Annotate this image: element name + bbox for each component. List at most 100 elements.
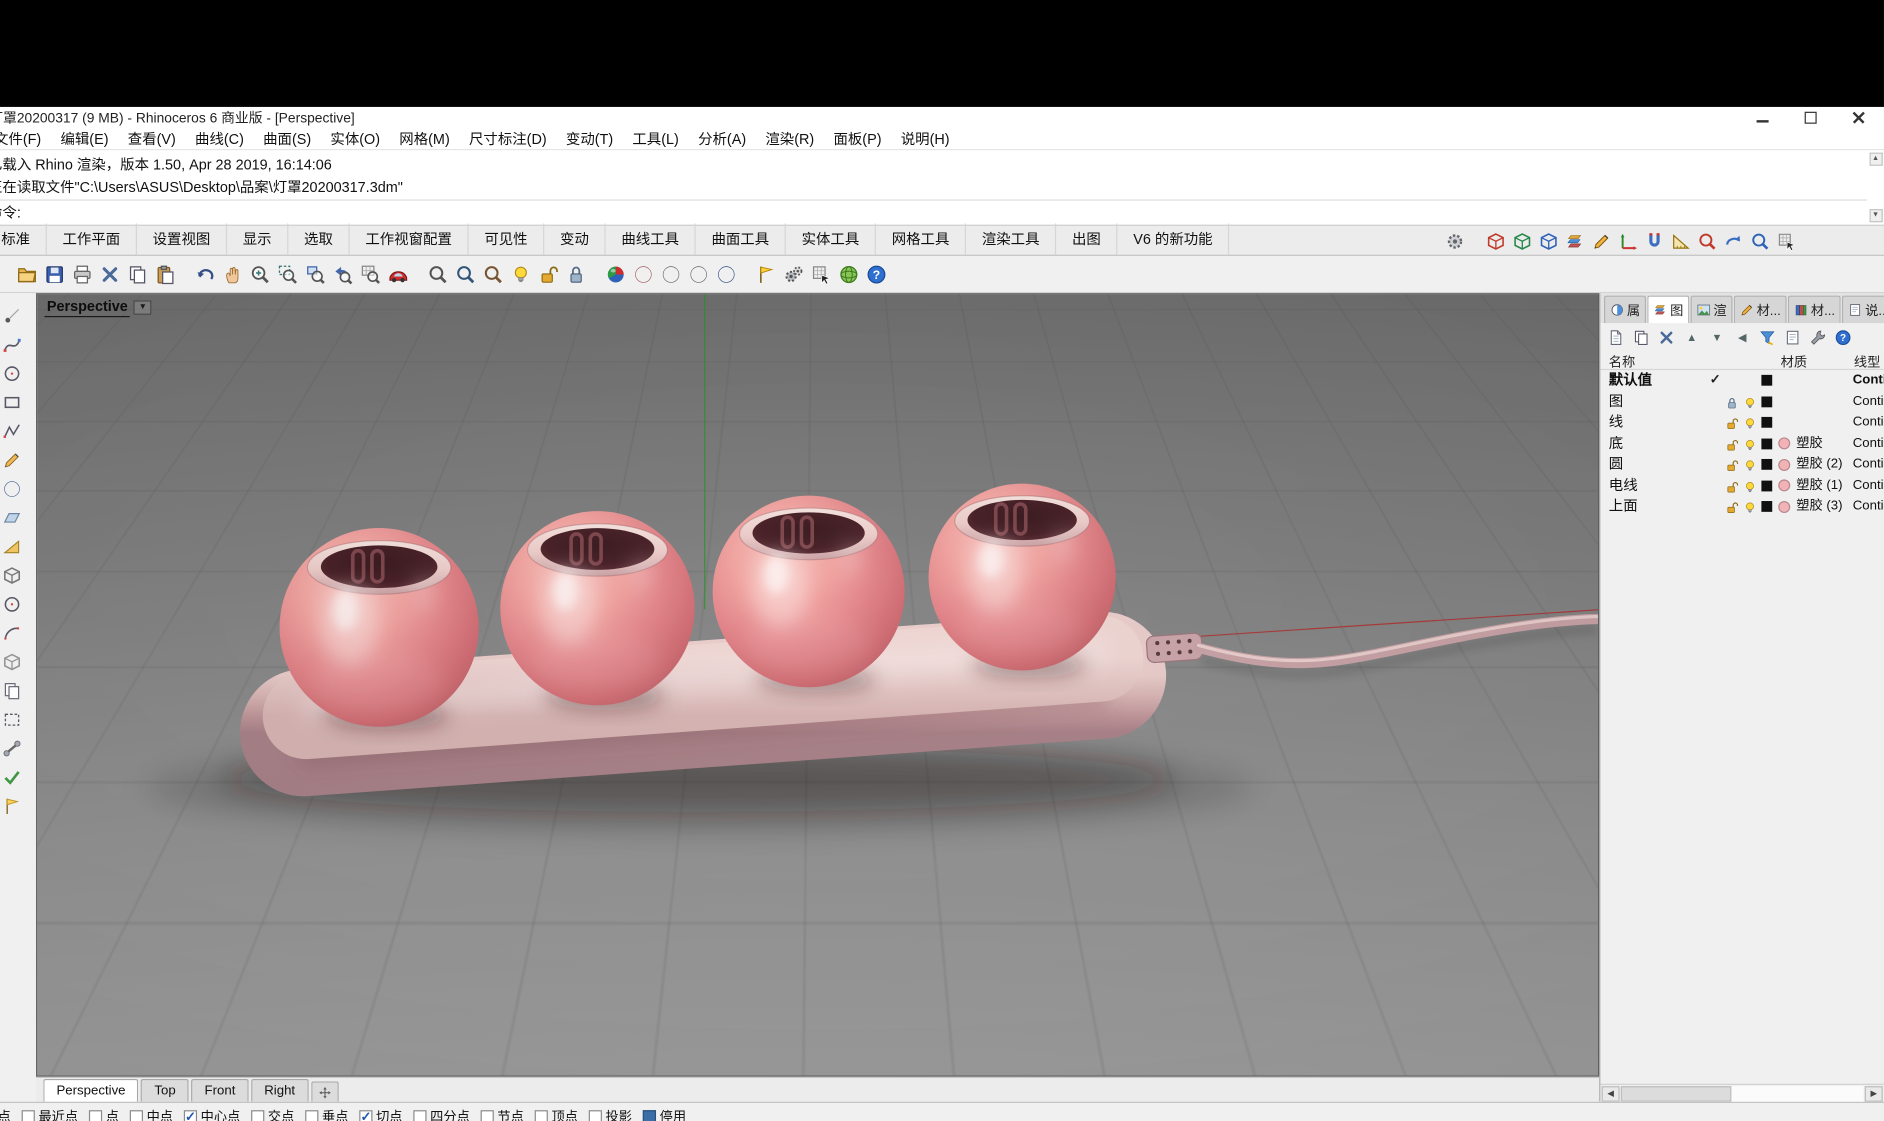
tab-new-in-v6[interactable]: V6 的新功能 [1118, 223, 1230, 254]
layer-row-xian[interactable]: 线 Continuous [1600, 412, 1884, 433]
material-dot-icon[interactable] [1778, 437, 1790, 449]
layer-color-swatch[interactable] [1761, 375, 1772, 386]
layer-linetype[interactable]: Continuous [1853, 496, 1884, 516]
circle-tool-icon[interactable] [1, 363, 23, 383]
point-tool-icon[interactable] [1, 305, 23, 325]
delete-layer-icon[interactable] [1657, 328, 1676, 346]
menu-mesh[interactable]: 网格(M) [390, 128, 460, 148]
checkbox[interactable] [251, 1110, 264, 1121]
menu-file[interactable]: 文件(F) [0, 128, 51, 148]
tab-render-tools[interactable]: 渲染工具 [966, 223, 1056, 254]
osnap-knot[interactable]: 节点 [481, 1107, 524, 1121]
magnet-snap-icon[interactable] [1642, 229, 1665, 252]
menu-view[interactable]: 查看(V) [118, 128, 185, 148]
unlock-icon[interactable] [1725, 500, 1738, 513]
bulb-icon[interactable] [1743, 500, 1756, 513]
layer-row-tu[interactable]: 图 Continuous [1600, 391, 1884, 412]
move-left-icon[interactable]: ◀ [1733, 328, 1752, 346]
unlock-icon[interactable] [1725, 416, 1738, 429]
ghosted-sphere-icon[interactable] [686, 262, 710, 286]
grid-target-icon[interactable] [1775, 229, 1798, 252]
tab-mesh-tools[interactable]: 网格工具 [876, 223, 966, 254]
layer-name[interactable]: 上面 [1609, 496, 1638, 516]
grid-snap-icon[interactable] [809, 262, 833, 286]
command-prompt[interactable]: 命令: [0, 199, 1867, 225]
sketch-tool-icon[interactable] [1, 449, 23, 469]
tab-select[interactable]: 选取 [288, 223, 349, 254]
xray-sphere-icon[interactable] [714, 262, 738, 286]
menu-help[interactable]: 说明(H) [891, 128, 959, 148]
panel-tab-layers[interactable]: 图 [1647, 296, 1689, 324]
bulb-icon[interactable] [1743, 416, 1756, 429]
checkbox[interactable] [22, 1110, 35, 1121]
help-icon[interactable] [864, 262, 888, 286]
perspective-viewport[interactable]: Perspective ▼ [36, 293, 1599, 1076]
tab-viewport-layout[interactable]: 工作视窗配置 [350, 223, 469, 254]
layer-row-dianxian[interactable]: 电线 塑胶 (1) Continuous [1600, 475, 1884, 496]
zoom-target-icon[interactable] [425, 262, 449, 286]
viewport-pan-icon[interactable] [311, 1081, 339, 1101]
tab-transform[interactable]: 变动 [544, 223, 605, 254]
chamfer-tool-icon[interactable] [1, 795, 23, 815]
osnap-project[interactable]: 投影 [589, 1107, 632, 1121]
panel-tab-properties[interactable]: 属 [1604, 296, 1646, 324]
scroll-left-icon[interactable]: ◀ [1602, 1086, 1620, 1102]
rotate-view-cube-icon[interactable] [1484, 229, 1507, 252]
layer-name[interactable]: 电线 [1609, 475, 1638, 495]
close-icon[interactable] [1853, 111, 1865, 123]
layer-color-swatch[interactable] [1761, 438, 1772, 449]
tab-curve-tools[interactable]: 曲线工具 [606, 223, 696, 254]
dashed-rect-tool-icon[interactable] [1, 709, 23, 729]
osnap-quadrant[interactable]: 四分点 [413, 1107, 469, 1121]
osnap-near[interactable]: 最近点 [22, 1107, 78, 1121]
bulb-icon[interactable] [1743, 437, 1756, 450]
sphere-tool-icon[interactable] [1, 478, 23, 498]
layer-color-swatch[interactable] [1761, 396, 1772, 407]
polyline-tool-icon[interactable] [1, 421, 23, 441]
osnap-disable[interactable]: 停用 [643, 1107, 686, 1121]
tab-set-view[interactable]: 设置视图 [137, 223, 227, 254]
layer-linetype[interactable]: Continuous [1853, 370, 1884, 390]
osnap-end[interactable]: 端点 [0, 1107, 11, 1121]
bulb-icon[interactable] [1743, 458, 1756, 471]
checkbox[interactable] [89, 1110, 102, 1121]
zoom-selected-icon[interactable] [303, 262, 327, 286]
layer-color-swatch[interactable] [1761, 501, 1772, 512]
list-options-icon[interactable] [1783, 328, 1802, 346]
layer-material[interactable]: 塑胶 (2) [1796, 454, 1842, 474]
zoom-window-icon[interactable] [275, 262, 299, 286]
annotate-pencil-icon[interactable] [1590, 229, 1613, 252]
layer-color-swatch[interactable] [1761, 459, 1772, 470]
viewport-title[interactable]: Perspective ▼ [44, 298, 151, 317]
tab-visibility[interactable]: 可见性 [469, 223, 545, 254]
osnap-perpendicular[interactable]: 垂点 [305, 1107, 348, 1121]
lock-icon[interactable] [564, 262, 588, 286]
render-sphere-icon[interactable] [603, 262, 627, 286]
cplane-axes-icon[interactable] [1616, 229, 1639, 252]
print-icon[interactable] [70, 262, 94, 286]
layer-name[interactable]: 图 [1609, 391, 1623, 411]
checkbox[interactable] [413, 1110, 426, 1121]
tab-surface-tools[interactable]: 曲面工具 [696, 223, 786, 254]
ghosted-cube-icon[interactable] [1537, 229, 1560, 252]
viewport-title-label[interactable]: Perspective [44, 298, 130, 317]
layer-name[interactable]: 圆 [1609, 454, 1623, 474]
menu-panels[interactable]: 面板(P) [824, 128, 891, 148]
paste-icon[interactable] [153, 262, 177, 286]
material-dot-icon[interactable] [1778, 479, 1790, 491]
layer-material[interactable]: 塑胶 (1) [1796, 475, 1842, 495]
layer-row-default[interactable]: 默认值 ✓ Continuous [1600, 370, 1884, 391]
panel-tab-material-library[interactable]: 材... [1788, 296, 1841, 324]
layer-color-swatch[interactable] [1761, 480, 1772, 491]
layer-linetype[interactable]: Continuous [1853, 475, 1884, 495]
shaded-cube-icon[interactable] [1510, 229, 1533, 252]
pan-hand-icon[interactable] [220, 262, 244, 286]
panel-tab-materials[interactable]: 材... [1734, 296, 1787, 324]
delete-icon[interactable] [97, 262, 121, 286]
box2-tool-icon[interactable] [1, 651, 23, 671]
tab-display[interactable]: 显示 [227, 223, 288, 254]
viewport-tab-top[interactable]: Top [141, 1079, 189, 1102]
checkbox[interactable] [481, 1110, 494, 1121]
viewport-tab-right[interactable]: Right [251, 1079, 308, 1102]
orbit-arrow-icon[interactable] [1722, 229, 1745, 252]
